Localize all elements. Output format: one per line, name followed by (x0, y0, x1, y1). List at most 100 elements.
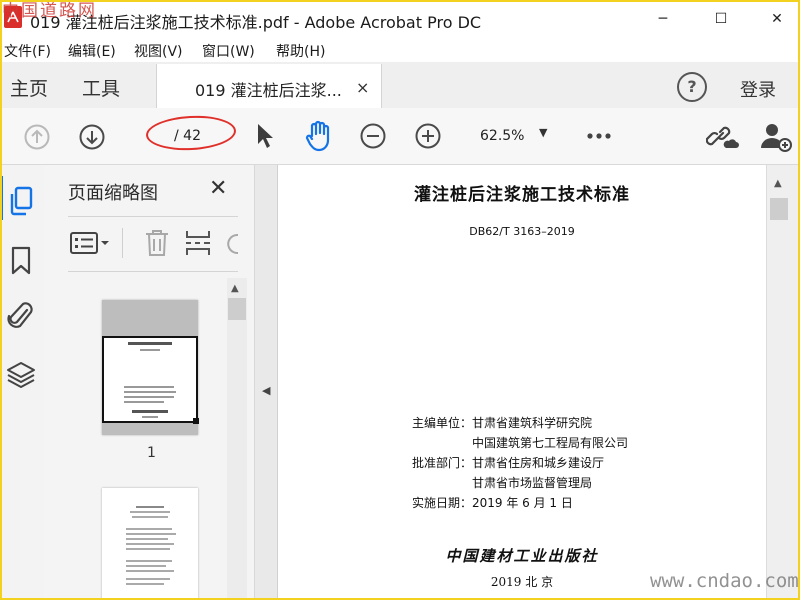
delete-page-button[interactable] (144, 228, 170, 262)
more-tools-button[interactable] (586, 128, 612, 148)
chevron-down-icon: ▼ (539, 126, 548, 139)
scroll-up-icon[interactable]: ▲ (774, 178, 782, 189)
hand-tool-button[interactable] (304, 120, 334, 156)
menu-help[interactable]: 帮助(H) (276, 41, 325, 61)
doc-line-value: 中国建筑第七工程局有限公司 (472, 436, 629, 450)
zoom-in-icon (415, 123, 441, 149)
more-icon (587, 133, 611, 139)
divider (68, 216, 238, 217)
close-icon: ✕ (771, 11, 783, 27)
prev-page-icon (24, 124, 50, 150)
add-user-button[interactable] (760, 121, 792, 157)
document-title: 灌注桩后注浆施工技术标准 (414, 185, 630, 205)
zoom-level: 62.5% (480, 128, 525, 144)
tab-tools[interactable]: 工具 (82, 74, 120, 101)
layers-panel-button[interactable] (6, 360, 36, 394)
active-indicator (0, 176, 3, 220)
doc-line-value: 甘肃省市场监督管理局 (472, 476, 593, 490)
menu-bar (0, 38, 800, 62)
zoom-out-icon (360, 123, 386, 149)
thumbnail-options-button[interactable] (70, 230, 114, 260)
add-user-icon (761, 124, 792, 152)
thumbnail-text (126, 548, 170, 550)
scroll-up-icon[interactable]: ▲ (231, 283, 239, 294)
toolbar (0, 108, 800, 165)
doc-line-value: 2019 年 6 月 1 日 (472, 496, 573, 510)
rotate-page-button[interactable] (226, 232, 238, 256)
watermark-top-left: 中国道路网 (2, 1, 97, 21)
insert-page-icon (186, 231, 210, 255)
divider (68, 271, 238, 272)
document-scrollbar[interactable] (766, 165, 799, 600)
doc-line-value: 甘肃省住房和城乡建设厅 (472, 456, 605, 470)
current-view-frame[interactable] (102, 336, 198, 423)
page-thumbnails-icon (10, 186, 33, 216)
thumbnails-scrollbar[interactable] (227, 278, 247, 600)
doc-line-label: 实施日期： (412, 496, 473, 510)
thumbnail-text (126, 583, 164, 585)
thumbnail-text (126, 543, 174, 545)
share-link-button[interactable] (705, 122, 740, 156)
login-button[interactable]: 登录 (740, 76, 776, 102)
tab-home[interactable]: 主页 (10, 74, 48, 101)
page-thumbnail-2[interactable] (102, 488, 198, 600)
zoom-out-button[interactable] (360, 123, 386, 153)
thumbnail-text (126, 565, 166, 567)
close-panel-icon[interactable]: ✕ (209, 176, 227, 201)
select-cursor-icon (258, 124, 273, 148)
thumbnail-text (126, 560, 172, 562)
thumbnail-text (126, 533, 176, 535)
prev-page-button[interactable] (24, 124, 50, 154)
insert-page-button[interactable] (184, 228, 212, 262)
help-icon[interactable]: ? (677, 72, 707, 102)
scrollbar-thumb[interactable] (770, 198, 788, 220)
thumbnail-text (132, 516, 168, 518)
menu-file[interactable]: 文件(F) (4, 41, 51, 61)
options-menu-icon (70, 232, 109, 254)
menu-view[interactable]: 视图(V) (134, 41, 183, 61)
bookmark-icon (11, 246, 31, 275)
thumbnail-text (126, 528, 172, 530)
hand-tool-icon (305, 120, 330, 152)
close-window-button[interactable]: ✕ (754, 0, 800, 38)
thumbnail-header-band (102, 300, 198, 336)
divider (122, 228, 123, 258)
thumbnail-text (126, 578, 170, 580)
minimize-button[interactable]: ─ (640, 0, 686, 38)
attachment-icon (7, 302, 33, 328)
next-page-icon (79, 124, 105, 150)
panel-collapse-strip[interactable] (255, 165, 278, 600)
thumbnails-panel-button[interactable] (8, 186, 36, 220)
share-link-icon (705, 126, 739, 148)
thumbnail-text (136, 506, 164, 508)
next-page-button[interactable] (79, 124, 105, 154)
minimize-icon: ─ (658, 11, 668, 27)
doc-line-label: 主编单位： (412, 416, 473, 430)
window-title: 019 灌注桩后注浆施工技术标准.pdf - Adobe Acrobat Pro… (30, 13, 482, 32)
watermark-bottom-right: www.cndao.com (650, 570, 799, 592)
thumbnail-page-number: 1 (147, 445, 156, 461)
bookmarks-panel-button[interactable] (10, 246, 32, 280)
layers-icon (7, 362, 35, 388)
collapse-left-icon[interactable]: ◀ (262, 384, 270, 397)
rotate-icon (227, 233, 238, 254)
attachments-panel-button[interactable] (7, 300, 35, 336)
frame-resize-handle[interactable] (193, 418, 199, 424)
thumbnail-text (126, 570, 174, 572)
publisher-logo-text: 中国建材工业出版社 (445, 547, 599, 565)
document-tab-label[interactable]: 019 灌注桩后注浆... (195, 77, 342, 101)
menu-window[interactable]: 窗口(W) (202, 41, 255, 61)
panel-title: 页面缩略图 (68, 183, 158, 204)
close-tab-icon[interactable]: × (356, 78, 369, 97)
thumbnail-text (126, 538, 168, 540)
maximize-icon: ☐ (714, 11, 728, 27)
maximize-button[interactable]: ☐ (698, 0, 744, 38)
thumbnail-text (130, 511, 170, 513)
zoom-in-button[interactable] (415, 123, 441, 153)
select-tool-button[interactable] (255, 122, 275, 154)
doc-line-value: 甘肃省建筑科学研究院 (472, 416, 593, 430)
scrollbar-thumb[interactable] (228, 298, 246, 320)
trash-icon (146, 230, 168, 256)
menu-edit[interactable]: 编辑(E) (68, 41, 116, 61)
standard-number: DB62/T 3163–2019 (469, 225, 575, 238)
